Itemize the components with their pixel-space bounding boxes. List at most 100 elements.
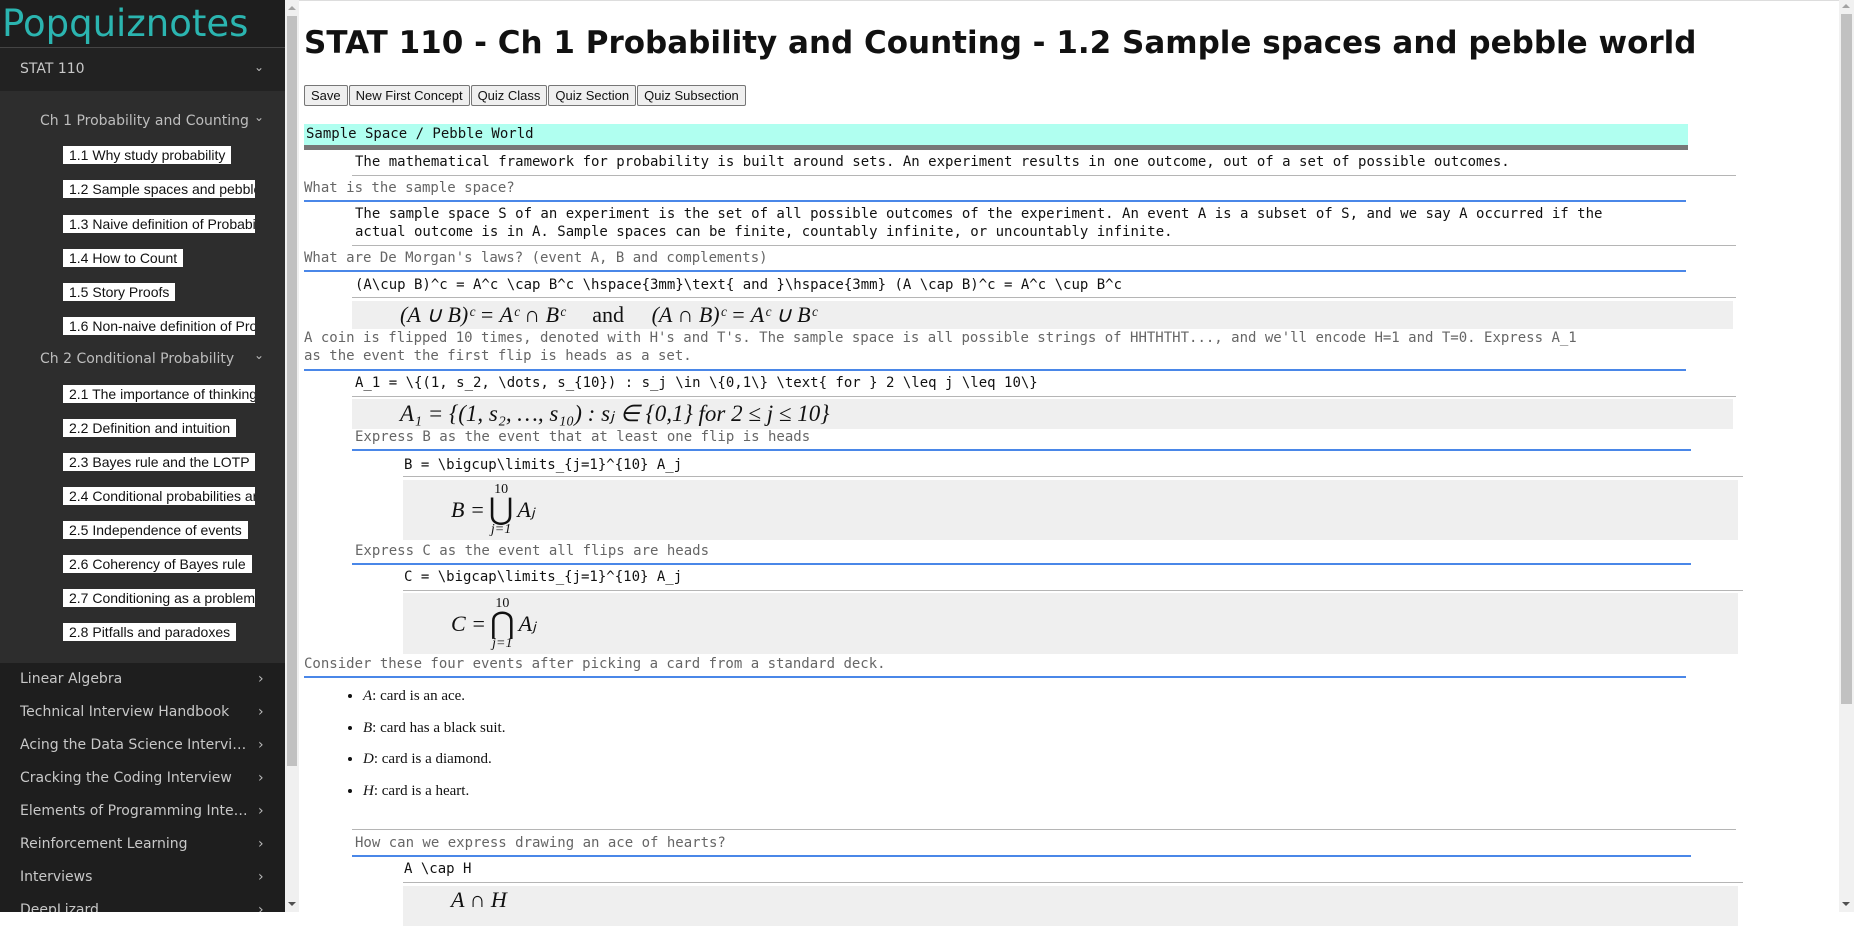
main-content: STAT 110 - Ch 1 Probability and Counting… (299, 0, 1839, 926)
list-item: D: card is a diamond. (363, 747, 505, 779)
main-scrollbar[interactable] (1839, 0, 1854, 912)
question-express-b[interactable]: Express B as the event that at least one… (355, 429, 810, 445)
chevron-right-icon: › (258, 737, 264, 753)
event-text: : card has a black suit. (372, 719, 506, 736)
event-text: : card is a heart. (373, 782, 470, 799)
sidebar: Popquiznotes STAT 110 ⌄ Ch 1 Probability… (0, 0, 285, 912)
scroll-up-icon[interactable] (1842, 4, 1850, 8)
sidebar-section-1-5[interactable]: 1.5 Story Proofs (63, 283, 176, 301)
main-scrollbar-thumb[interactable] (1841, 14, 1852, 704)
math-left: (A ∪ B)ᶜ = Aᶜ ∩ Bᶜ (400, 302, 565, 327)
sidebar-section-2-3[interactable]: 2.3 Bayes rule and the LOTP (63, 453, 255, 471)
chevron-down-icon: ⌄ (254, 60, 265, 74)
answer-ace-of-hearts-latex[interactable]: A \cap H (404, 861, 471, 877)
bigcap-icon: ⋂ (490, 606, 515, 640)
sidebar-section-2-6[interactable]: 2.6 Coherency of Bayes rule (63, 555, 252, 573)
sidebar-book-elements-programming-interviews[interactable]: Elements of Programming Interviews (20, 803, 250, 819)
bigcup-icon: ⋃ (488, 493, 514, 526)
event-text: : card is an ace. (372, 688, 466, 704)
sidebar-section-2-2[interactable]: 2.2 Definition and intuition (63, 419, 237, 437)
quiz-class-button[interactable]: Quiz Class (470, 85, 548, 106)
sidebar-chapter-1[interactable]: Ch 1 Probability and Counting (40, 113, 249, 129)
sidebar-chapter-2[interactable]: Ch 2 Conditional Probability (40, 351, 234, 367)
list-item: H: card is a heart. (363, 779, 505, 811)
sidebar-scrollbar-thumb[interactable] (287, 16, 297, 766)
quiz-section-button[interactable]: Quiz Section (548, 85, 637, 106)
question-rule (352, 855, 1691, 857)
scroll-down-icon[interactable] (288, 902, 296, 906)
question-de-morgan[interactable]: What are De Morgan's laws? (event A, B a… (304, 250, 768, 266)
sidebar-book-linear-algebra[interactable]: Linear Algebra (20, 671, 250, 687)
sidebar-book-deeplizard[interactable]: DeepLizard (20, 902, 250, 912)
event-var: H (363, 782, 374, 799)
question-coin-line2[interactable]: as the event the first flip is heads as … (304, 348, 692, 364)
event-text: : card is a diamond. (373, 751, 492, 767)
answer-express-b-rendered: B = 10 ⋃ j=1 Aⱼ (403, 480, 1738, 540)
chevron-right-icon: › (258, 770, 264, 786)
question-coin-line1[interactable]: A coin is flipped 10 times, denoted with… (304, 330, 1577, 346)
answer-coin-rendered: A₁ = {(1, s₂, …, s₁₀) : sⱼ ∈ {0,1} for 2… (352, 399, 1733, 429)
chevron-right-icon: › (258, 836, 264, 852)
event-var: D (363, 751, 374, 767)
sidebar-section-1-1[interactable]: 1.1 Why study probability (63, 146, 232, 164)
divider (403, 476, 1743, 477)
sidebar-section-2-4[interactable]: 2.4 Conditional probabilities are probab… (63, 487, 255, 505)
sidebar-section-1-2[interactable]: 1.2 Sample spaces and pebble world (63, 180, 255, 198)
question-rule (304, 676, 1686, 678)
scroll-down-icon[interactable] (1842, 902, 1850, 906)
sidebar-section-2-7[interactable]: 2.7 Conditioning as a problem solving to… (63, 589, 255, 607)
chevron-right-icon: › (258, 803, 264, 819)
sidebar-section-2-1[interactable]: 2.1 The importance of thinking condition… (63, 385, 255, 403)
chapter-label: Ch 2 Conditional Probability (40, 351, 235, 367)
sidebar-section-1-3[interactable]: 1.3 Naive definition of Probability (63, 215, 255, 233)
new-first-concept-button[interactable]: New First Concept (348, 85, 470, 106)
question-rule (304, 270, 1686, 272)
answer-express-b-latex[interactable]: B = \bigcup\limits_{j=1}^{10} A_j (404, 457, 682, 473)
lower-limit: j=1 (490, 522, 512, 537)
answer-sample-space-line2[interactable]: actual outcome is in A. Sample spaces ca… (355, 224, 1173, 240)
card-events-list: A: card is an ace. B: card has a black s… (337, 684, 505, 810)
question-card-events[interactable]: Consider these four events after picking… (304, 656, 886, 672)
sidebar-scrollbar[interactable] (285, 0, 299, 912)
chevron-down-icon: ⌄ (254, 348, 265, 362)
divider (352, 175, 1736, 176)
course-expanded (0, 91, 285, 663)
divider (403, 882, 1743, 883)
intro-text[interactable]: The mathematical framework for probabili… (355, 154, 1510, 170)
logo[interactable]: Popquiznotes (2, 0, 248, 47)
math-a-cap-h: A ∩ H (451, 887, 507, 912)
scroll-up-icon[interactable] (288, 6, 296, 10)
chevron-right-icon: › (258, 869, 264, 885)
answer-express-c-latex[interactable]: C = \bigcap\limits_{j=1}^{10} A_j (404, 569, 682, 585)
sidebar-course-stat110[interactable]: STAT 110 ⌄ (0, 48, 285, 91)
sidebar-section-2-8[interactable]: 2.8 Pitfalls and paradoxes (63, 623, 237, 641)
question-ace-of-hearts[interactable]: How can we express drawing an ace of hea… (355, 835, 726, 851)
sidebar-section-1-6[interactable]: 1.6 Non-naive definition of Probability (63, 317, 255, 335)
question-express-c[interactable]: Express C as the event all flips are hea… (355, 543, 709, 559)
quiz-subsection-button[interactable]: Quiz Subsection (637, 85, 746, 106)
lower-limit: j=1 (492, 635, 513, 651)
answer-de-morgan-latex[interactable]: (A\cup B)^c = A^c \cap B^c \hspace{3mm}\… (355, 277, 1122, 293)
list-item: B: card has a black suit. (363, 716, 505, 748)
save-button[interactable]: Save (304, 85, 348, 106)
section-title[interactable]: Sample Space / Pebble World (304, 124, 1688, 150)
sidebar-book-reinforcement-learning[interactable]: Reinforcement Learning (20, 836, 250, 852)
sidebar-book-technical-interview-handbook[interactable]: Technical Interview Handbook (20, 704, 250, 720)
sidebar-book-interviews[interactable]: Interviews (20, 869, 250, 885)
divider (403, 590, 1743, 591)
sidebar-section-2-5[interactable]: 2.5 Independence of events (63, 521, 248, 539)
answer-sample-space-line1[interactable]: The sample space S of an experiment is t… (355, 206, 1602, 222)
math-a1: A₁ = {(1, s₂, …, s₁₀) : sⱼ ∈ {0,1} for 2… (400, 401, 830, 426)
bigcup-operator: 10 ⋃ j=1 (489, 483, 514, 537)
question-rule (304, 369, 1686, 371)
sidebar-section-1-4[interactable]: 1.4 How to Count (63, 249, 184, 267)
divider (352, 245, 1736, 246)
answer-coin-latex[interactable]: A_1 = \{(1, s_2, \dots, s_{10}) : s_j \i… (355, 375, 1038, 391)
event-var: A (363, 688, 373, 704)
sidebar-book-acing-ds-interview[interactable]: Acing the Data Science Interview (20, 737, 250, 753)
math-rhs: Aⱼ (517, 497, 535, 522)
math-rhs: Aⱼ (518, 610, 536, 636)
divider (352, 297, 1736, 298)
sidebar-book-cracking-coding-interview[interactable]: Cracking the Coding Interview (20, 770, 250, 786)
question-sample-space[interactable]: What is the sample space? (304, 180, 515, 196)
